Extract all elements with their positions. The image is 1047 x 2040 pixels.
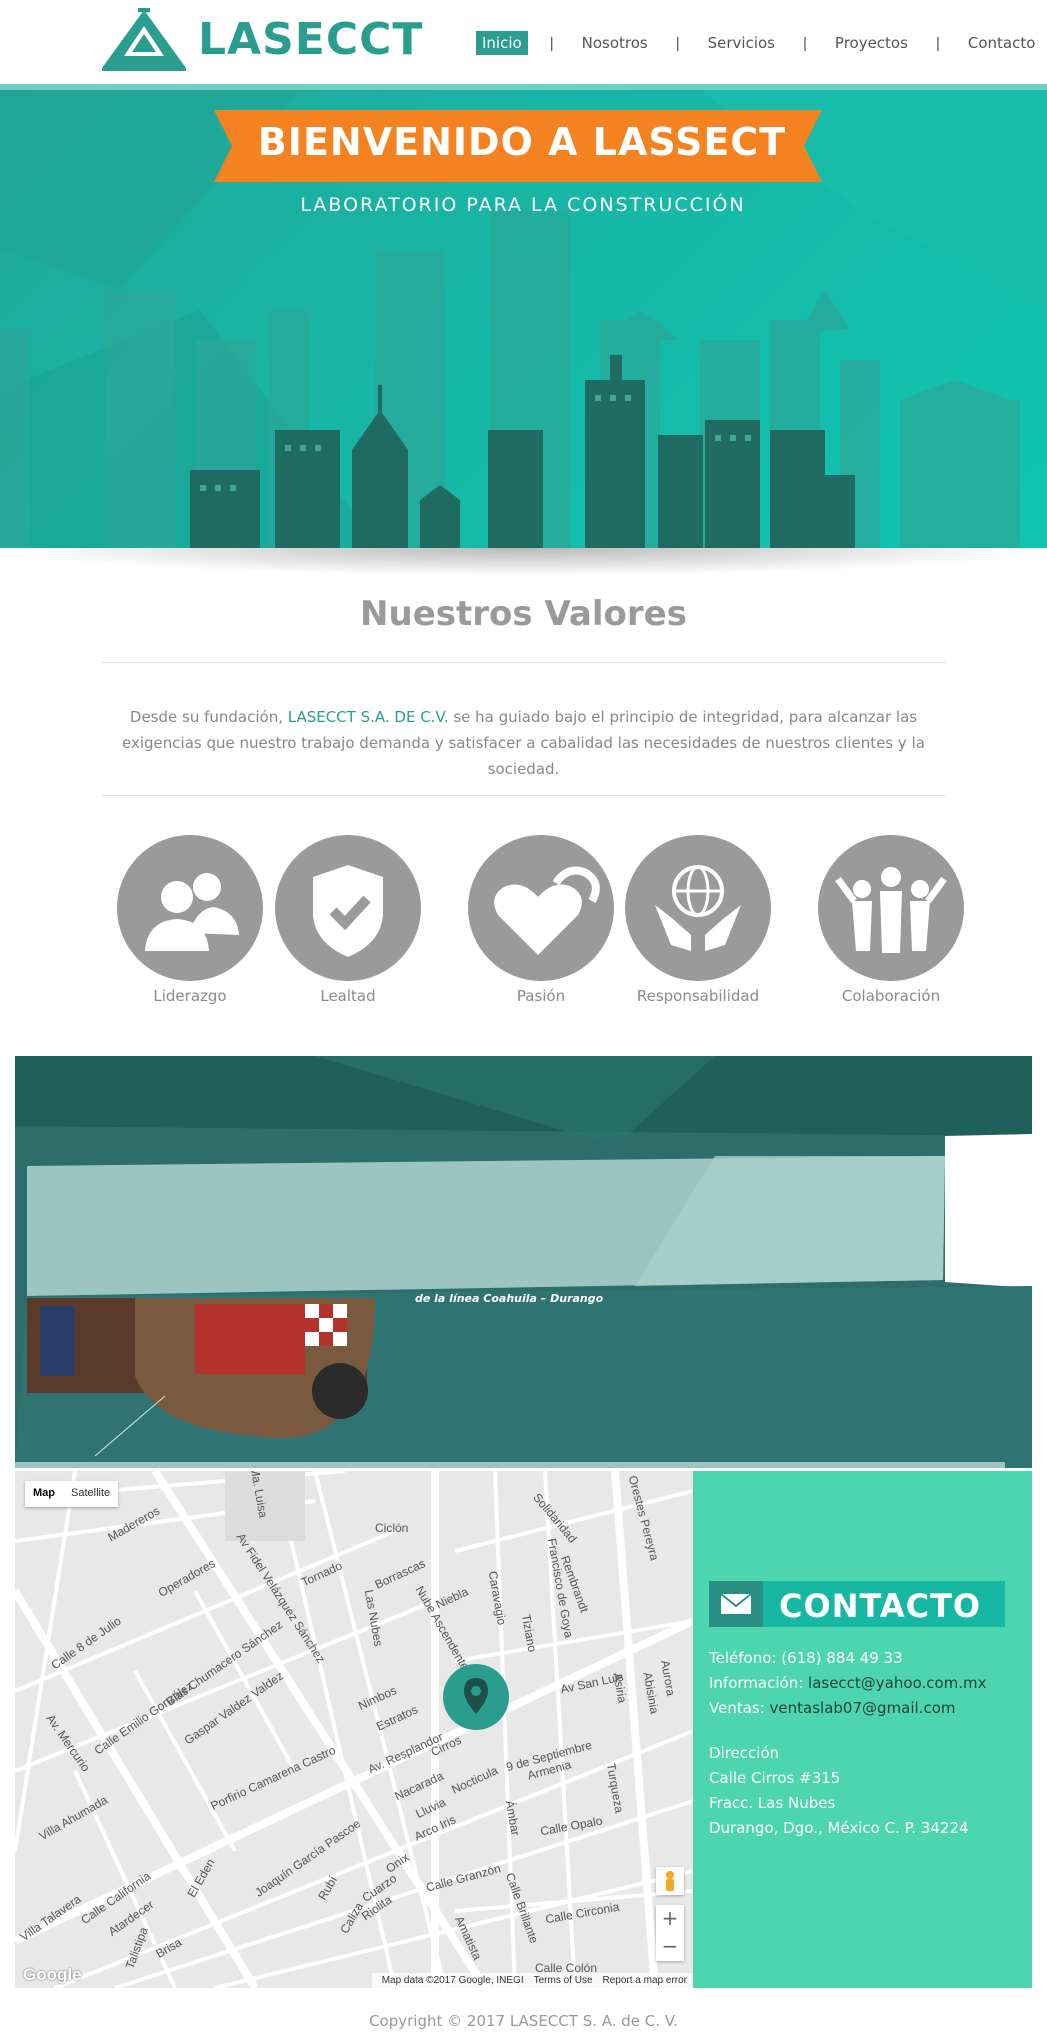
contact-sales: Ventas: ventaslab07@gmail.com [709,1699,955,1717]
address-title: Dirección [709,1744,780,1762]
divider [102,662,945,663]
address-line-3: Durango, Dgo., México C. P. 34224 [709,1819,969,1837]
value-responsabilidad: Responsabilidad [624,835,772,1005]
globe-hands-icon [625,835,771,981]
envelope-icon [709,1581,763,1627]
value-colaboracion: Colaboración [817,835,965,1005]
contact-panel: CONTACTO Teléfono: (618) 884 49 33 Infor… [693,1471,1032,1988]
nav-item-inicio[interactable]: Inicio [476,31,528,55]
hero-title: BIENVENIDO A LASSECT [257,120,787,164]
value-label: Liderazgo [153,987,227,1005]
sales-label: Ventas: [709,1699,770,1717]
values-description: Desde su fundación, LASECCT S.A. DE C.V.… [102,704,945,782]
people-icon [117,835,263,981]
hearts-icon [468,835,614,981]
value-label: Responsabilidad [636,987,760,1005]
nav-separator: | [549,34,554,52]
sales-email[interactable]: ventaslab07@gmail.com [770,1699,956,1717]
map-type-toggle: Map Satellite [25,1481,119,1507]
address-line-2: Fracc. Las Nubes [709,1794,836,1812]
team-icon [818,835,964,981]
hero-shadow [0,548,1047,576]
phone-label: Teléfono: [709,1649,782,1667]
map-data-attribution: Map data ©2017 Google, INEGI [381,1975,524,1986]
shield-check-icon [275,835,421,981]
company-name: LASECCT S.A. DE C.V. [287,708,449,726]
hero-banner: BIENVENIDO A LASSECT LABORATORIO PARA LA… [0,90,1047,548]
contact-heading: CONTACTO [709,1581,1005,1627]
values-text-before: Desde su fundación, [129,708,288,726]
hero-subtitle: LABORATORIO PARA LA CONSTRUCCIÓN [300,194,746,216]
values-title: Nuestros Valores [360,594,687,634]
contact-title: CONTACTO [779,1587,982,1625]
zoom-out-button[interactable]: − [656,1933,684,1961]
phone-value[interactable]: (618) 884 49 33 [781,1649,902,1667]
map-attribution: Map data ©2017 Google, INEGI Terms of Us… [372,1973,693,1988]
nav-separator: | [935,34,940,52]
nav-item-contacto[interactable]: Contacto [962,31,1042,55]
street-view-pegman-icon[interactable] [656,1867,684,1895]
google-logo[interactable]: Google [23,1965,82,1985]
value-liderazgo: Liderazgo [116,835,264,1005]
nav-separator: | [803,34,807,52]
map-type-satellite[interactable]: Satellite [63,1481,118,1507]
nav-separator: | [675,34,680,52]
value-pasion: Pasión [467,835,615,1005]
value-lealtad: Lealtad [274,835,422,1005]
map-pin-icon[interactable] [443,1664,509,1730]
logo-mark-icon [102,8,186,71]
slide-caption: de la línea Coahuila – Durango [415,1292,604,1305]
nav-item-servicios[interactable]: Servicios [702,31,781,55]
contact-info: Información: lasecct@yahoo.com.mx [709,1674,987,1692]
info-label: Información: [709,1674,809,1692]
projects-slider: de la línea Coahuila – Durango [15,1056,1032,1468]
value-label: Pasión [516,987,566,1005]
divider [102,795,945,796]
map-type-map[interactable]: Map [25,1481,63,1507]
footer-copyright: Copyright © 2017 LASECCT S. A. de C. V. [369,2012,678,2030]
info-email[interactable]: lasecct@yahoo.com.mx [808,1674,987,1692]
value-label: Colaboración [841,987,941,1005]
location-map[interactable]: Madereros Ma. Luisa Ciclón Solidaridad O… [15,1471,693,1988]
site-logo[interactable]: LASECCT [102,8,422,74]
contact-phone: Teléfono: (618) 884 49 33 [709,1649,903,1667]
address-line-1: Calle Cirros #315 [709,1769,841,1787]
value-label: Lealtad [320,987,376,1005]
logo-text: LASECCT [198,14,424,65]
map-zoom-controls: + − [656,1905,684,1961]
nav-item-proyectos[interactable]: Proyectos [829,31,914,55]
nav-item-nosotros[interactable]: Nosotros [576,31,654,55]
projects-slide-graphic [15,1056,1032,1468]
report-error-link[interactable]: Report a map error [603,1973,687,1988]
zoom-in-button[interactable]: + [656,1905,684,1933]
site-header: LASECCT Inicio | Nosotros | Servicios | … [0,0,1047,90]
terms-link[interactable]: Terms of Use [534,1973,593,1988]
main-nav: Inicio | Nosotros | Servicios | Proyecto… [476,28,1041,58]
street-label: Ciclón [375,1521,409,1535]
